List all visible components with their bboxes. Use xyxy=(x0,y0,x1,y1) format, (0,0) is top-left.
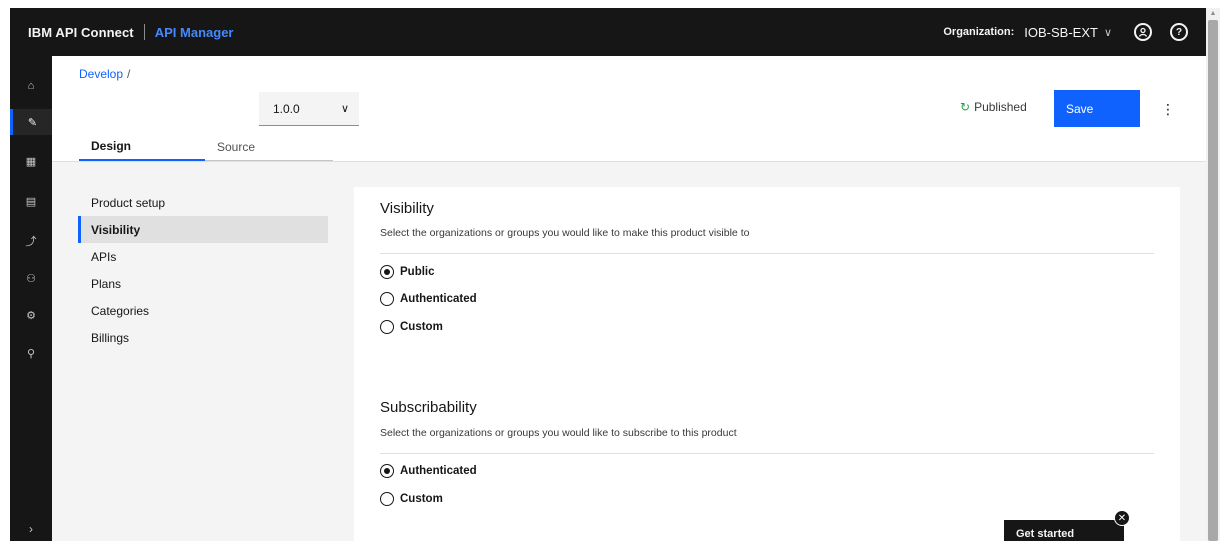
expand-nav-icon[interactable]: › xyxy=(10,517,52,541)
breadcrumb: Develop / xyxy=(79,67,130,81)
chevron-down-icon[interactable]: ∨ xyxy=(1104,26,1112,39)
app-name[interactable]: API Manager xyxy=(155,25,234,40)
product-sections-nav: Product setup Visibility APIs Plans Cate… xyxy=(78,189,328,351)
main-content: Product setup Visibility APIs Plans Cate… xyxy=(52,163,1206,541)
subscribability-description: Select the organizations or groups you w… xyxy=(380,427,737,439)
overflow-menu-icon[interactable]: ⋮ xyxy=(1160,100,1176,118)
topbar-right: Organization: IOB-SB-EXT ∨ ? xyxy=(943,8,1206,56)
visibility-divider xyxy=(380,253,1154,254)
search-icon[interactable]: ⚲ xyxy=(10,340,52,366)
analytics-icon[interactable]: ⤴ xyxy=(10,228,52,254)
subscribability-option-custom[interactable]: Custom xyxy=(380,492,443,506)
catalog-icon[interactable]: ▤ xyxy=(10,188,52,214)
status-badge: ↻ Published xyxy=(960,100,1027,114)
window-right-border xyxy=(1220,0,1226,541)
home-icon[interactable]: ⌂ xyxy=(10,73,52,99)
organization-label: Organization: xyxy=(943,26,1015,38)
help-icon[interactable]: ? xyxy=(1170,23,1188,41)
section-categories[interactable]: Categories xyxy=(78,297,328,324)
version-dropdown[interactable]: 1.0.0 ∨ xyxy=(259,92,359,126)
visibility-option-custom[interactable]: Custom xyxy=(380,320,443,334)
page-header: Develop / 1.0.0 ∨ Design Source ↻ Publish… xyxy=(52,56,1206,162)
tab-source[interactable]: Source xyxy=(205,133,333,161)
radio-button[interactable] xyxy=(380,464,394,478)
brand-name[interactable]: IBM API Connect xyxy=(28,25,134,40)
get-started-button[interactable]: Get started xyxy=(1004,520,1124,541)
organization-selector[interactable]: IOB-SB-EXT xyxy=(1024,25,1098,40)
settings-gear-icon[interactable]: ⚙ xyxy=(10,302,52,328)
side-nav: ⌂ ✎ ▦ ▤ ⤴ ⚇ ⚙ ⚲ › xyxy=(10,56,52,541)
radio-label: Custom xyxy=(400,493,443,505)
scroll-up-arrow-icon[interactable]: ▲ xyxy=(1206,8,1220,18)
subscribability-divider xyxy=(380,453,1154,454)
tab-design[interactable]: Design xyxy=(79,133,205,161)
settings-panel: Visibility Select the organizations or g… xyxy=(354,187,1180,541)
save-button[interactable]: Save xyxy=(1054,90,1140,127)
visibility-description: Select the organizations or groups you w… xyxy=(380,227,750,239)
sync-icon: ↻ xyxy=(960,100,971,114)
page-scrollbar[interactable]: ▲ xyxy=(1206,8,1220,541)
radio-button[interactable] xyxy=(380,320,394,334)
manage-grid-icon[interactable]: ▦ xyxy=(10,148,52,174)
window-top-border xyxy=(0,0,1226,8)
top-bar: IBM API Connect API Manager Organization… xyxy=(10,8,1206,56)
radio-label: Authenticated xyxy=(400,293,477,305)
subscribability-title: Subscribability xyxy=(380,399,477,416)
user-avatar-icon[interactable] xyxy=(1134,23,1152,41)
develop-pencil-icon[interactable]: ✎ xyxy=(10,109,52,135)
members-icon[interactable]: ⚇ xyxy=(10,265,52,291)
visibility-option-authenticated[interactable]: Authenticated xyxy=(380,292,477,306)
close-icon[interactable]: ✕ xyxy=(1114,510,1130,526)
radio-label: Public xyxy=(400,266,435,278)
chevron-down-icon: ∨ xyxy=(340,103,349,115)
breadcrumb-develop-link[interactable]: Develop xyxy=(79,67,123,81)
section-billings[interactable]: Billings xyxy=(78,324,328,351)
radio-button[interactable] xyxy=(380,292,394,306)
radio-button[interactable] xyxy=(380,492,394,506)
section-plans[interactable]: Plans xyxy=(78,270,328,297)
section-visibility[interactable]: Visibility xyxy=(78,216,328,243)
visibility-option-public[interactable]: Public xyxy=(380,265,435,279)
radio-button[interactable] xyxy=(380,265,394,279)
status-text: Published xyxy=(974,100,1027,114)
radio-label: Custom xyxy=(400,321,443,333)
radio-label: Authenticated xyxy=(400,465,477,477)
scroll-thumb[interactable] xyxy=(1208,20,1218,541)
version-value: 1.0.0 xyxy=(273,101,300,116)
window-left-border xyxy=(0,0,10,541)
subscribability-option-authenticated[interactable]: Authenticated xyxy=(380,464,477,478)
app-window: IBM API Connect API Manager Organization… xyxy=(0,0,1226,541)
section-apis[interactable]: APIs xyxy=(78,243,328,270)
visibility-title: Visibility xyxy=(380,200,434,217)
section-product-setup[interactable]: Product setup xyxy=(78,189,328,216)
brand-divider xyxy=(143,24,145,40)
breadcrumb-separator: / xyxy=(127,67,131,81)
